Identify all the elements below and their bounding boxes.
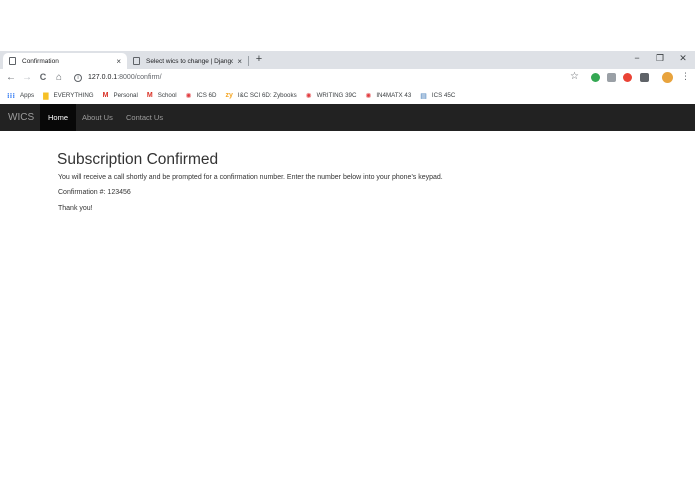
info-icon[interactable]: i (74, 73, 82, 82)
bookmarks-bar: ⁝⁝⁝ Apps ▇ EVERYTHING M Personal M School ✺ ICS 6… (0, 87, 695, 104)
gmail-icon: M (102, 92, 109, 99)
tab-django-admin[interactable]: Select wics to change | Django si × (127, 53, 249, 69)
tab-confirmation[interactable]: Confirmation × (3, 53, 127, 69)
bookmark-item[interactable]: M School (147, 92, 177, 99)
reload-button[interactable]: C (37, 71, 49, 84)
nav-about-us[interactable]: About Us (74, 104, 121, 131)
back-button[interactable]: ← (5, 71, 17, 84)
page-icon (9, 57, 16, 65)
tab-close-icon[interactable]: × (116, 57, 121, 66)
bookmark-label: EVERYTHING (53, 92, 94, 99)
address-bar[interactable]: i 127.0.0.1:8000/confirm/ (70, 71, 584, 84)
home-button[interactable]: ⌂ (53, 71, 65, 84)
bookmark-label: I&C SCI 6D: Zybooks (237, 92, 297, 99)
tab-strip: Confirmation × Select wics to change | D… (0, 51, 695, 69)
bookmark-item[interactable]: ▇ EVERYTHING (43, 92, 94, 100)
bookmark-label: WRITING 39C (316, 92, 357, 99)
bookmark-star-icon[interactable]: ☆ (570, 71, 579, 82)
tab-title: Select wics to change | Django si (146, 57, 234, 65)
bookmark-item[interactable]: ✺ WRITING 39C (306, 92, 357, 100)
close-window-button[interactable]: ✕ (676, 53, 690, 64)
extension-icon[interactable] (640, 73, 649, 82)
confirmation-label: Confirmation #: (58, 189, 106, 196)
confirmation-line: Confirmation #: 123456 (58, 189, 131, 196)
minimize-button[interactable]: − (630, 53, 644, 63)
bookmark-label: ICS 6D (196, 92, 217, 99)
gmail-icon: M (146, 92, 153, 99)
nav-home[interactable]: Home (40, 104, 77, 131)
bookmark-label: Personal (113, 92, 138, 99)
instruction-text: You will receive a call shortly and be p… (58, 174, 443, 181)
browser-menu-icon[interactable]: ⋮ (681, 71, 690, 82)
site-brand[interactable]: WICS (8, 112, 34, 123)
bookmark-item[interactable]: zy I&C SCI 6D: Zybooks (225, 92, 296, 99)
apps-grid-icon: ⁝⁝⁝ (7, 92, 15, 100)
page-icon (133, 57, 140, 65)
bookmark-item[interactable]: ▤ ICS 45C (420, 92, 455, 100)
bookmark-item[interactable]: M Personal (103, 92, 138, 99)
canvas-icon: ✺ (185, 92, 192, 100)
bookmark-item[interactable]: ⁝⁝⁝ Apps (7, 92, 34, 100)
profile-avatar[interactable] (662, 72, 673, 83)
bookmark-item[interactable]: ✺ ICS 6D (186, 92, 217, 100)
bookmark-label: Apps (19, 92, 35, 99)
folder-icon: ▇ (43, 92, 49, 100)
zybooks-icon: zy (225, 92, 233, 99)
forward-button[interactable]: → (21, 71, 33, 84)
page-icon: ▤ (420, 92, 427, 100)
nav-contact-us[interactable]: Contact Us (118, 104, 171, 131)
canvas-icon: ✺ (305, 92, 312, 100)
tab-close-icon[interactable]: × (237, 57, 242, 66)
tab-title: Confirmation (22, 57, 59, 65)
canvas-icon: ✺ (365, 92, 372, 100)
url-host: 127.0.0.1 (88, 74, 118, 81)
thank-you-text: Thank you! (58, 205, 93, 212)
screen-top-margin (0, 0, 695, 51)
bookmark-label: IN4MATX 43 (376, 92, 412, 99)
maximize-button[interactable]: ❐ (653, 53, 667, 64)
confirmation-number: 123456 (107, 189, 131, 196)
bookmark-label: School (157, 92, 177, 99)
bookmark-item[interactable]: ✺ IN4MATX 43 (365, 92, 411, 100)
extension-icon[interactable] (607, 73, 616, 82)
opera-extension-icon[interactable] (623, 73, 632, 82)
grammarly-extension-icon[interactable] (591, 73, 600, 82)
url-path: :8000/confirm/ (117, 74, 162, 81)
bookmark-label: ICS 45C (431, 92, 456, 99)
page-title: Subscription Confirmed (57, 151, 219, 168)
new-tab-button[interactable]: + (252, 53, 266, 67)
